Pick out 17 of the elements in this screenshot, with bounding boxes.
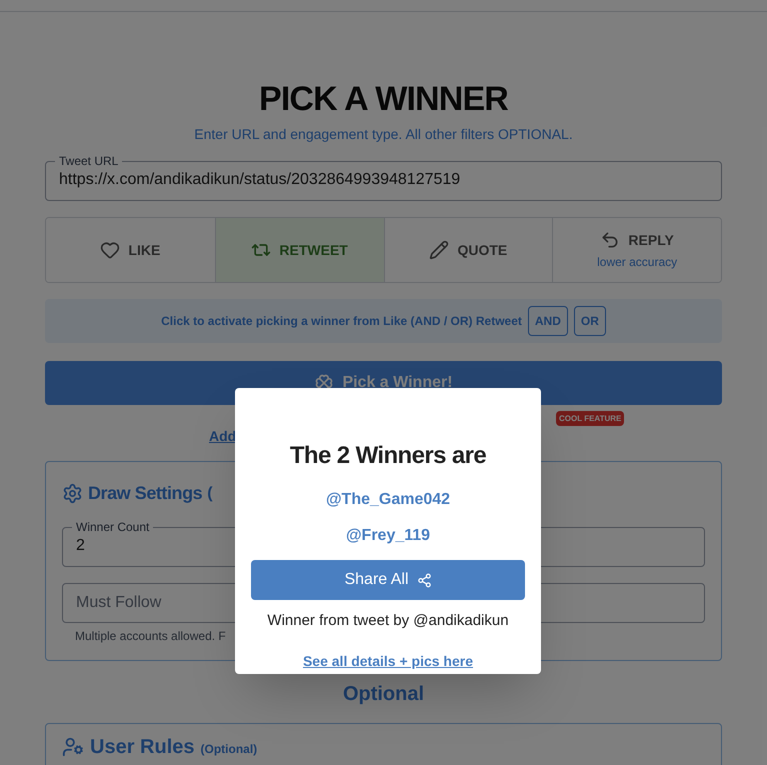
cool-feature-badge: COOL FEATURE <box>556 411 624 426</box>
winner-count-value: 2 <box>76 537 85 554</box>
tweet-source-text: Winner from tweet by @andikadikun <box>267 611 509 631</box>
reply-note: lower accuracy <box>597 254 678 270</box>
user-rules-title: User Rules <box>90 735 194 760</box>
page-title: PICK A WINNER <box>258 80 509 118</box>
field-label: Winner Count <box>75 520 150 534</box>
tweet-url-value: https://x.com/andikadikun/status/2032864993948127519 <box>59 171 460 188</box>
dialog-title: The 2 Winners are <box>290 441 486 471</box>
user-rules-suffix: (Optional) <box>200 741 258 758</box>
optional-heading: Optional <box>342 682 426 707</box>
page-subtitle: Enter URL and engagement type. All other filters OPTIONAL. <box>193 125 574 144</box>
draw-settings-suffix: ( <box>207 484 213 504</box>
field-label: Tweet URL <box>58 154 120 168</box>
must-follow-hint: Multiple accounts allowed. F <box>75 628 227 645</box>
draw-settings-title: Draw Settings <box>88 482 202 505</box>
combine-text: Click to activate picking a winner from Like (AND / OR) Retweet <box>161 313 522 330</box>
